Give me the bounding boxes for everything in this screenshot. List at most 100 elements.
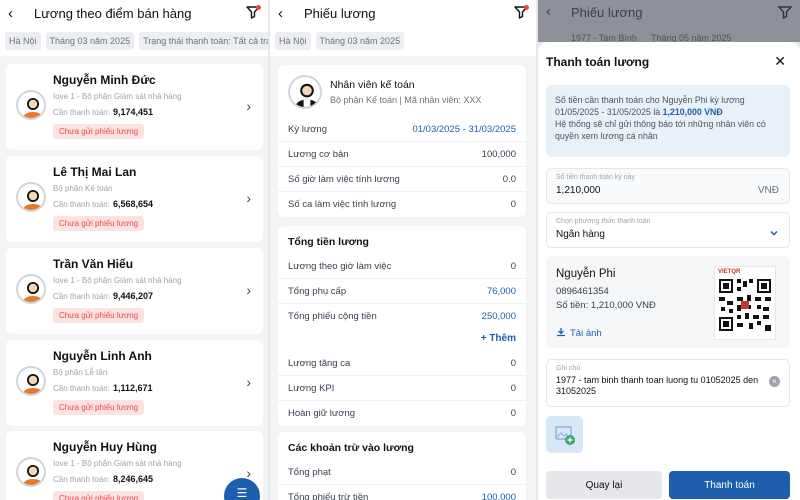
list-header: ‹ Lương theo điểm bán hàng [0,0,268,26]
employee-card[interactable]: Lê Thị Mai Lan Bộ phận Kế toán Cần thanh t… [6,156,263,242]
payment-method-select[interactable]: Chọn phương thức thanh toán Ngân hàng [546,212,790,248]
row-value: 01/03/2025 - 31/03/2025 [412,123,516,135]
payslip-row: Lương KPI 0 [278,376,526,401]
row-value: 0 [510,199,516,210]
row-label: Tổng phiếu trừ tiền [288,492,369,500]
employee-role: Bộ phận Lễ tân [53,368,108,377]
row-label: Lương theo giờ làm việc [288,260,392,272]
payslip-row: Lương cơ bản 100,000 [278,142,526,167]
chip-location[interactable]: Hà Nội [275,32,311,50]
amount-value: 9,174,451 [112,107,153,117]
amount-label: Cần thanh toán: [53,384,110,393]
row-label: Tổng phiếu cộng tiền [288,311,377,322]
employee-card[interactable]: Nguyễn Minh Đức Iove 1 - Bộ phận Giám sát… [6,64,263,150]
payslip-row: Tổng phiếu cộng tiền 250,000 [278,304,526,329]
row-label: Tổng phụ cấp [288,285,347,297]
payslip-summary-card: Nhân viên kế toán Bộ phận Kế toán | Mã n… [278,65,526,217]
pay-button[interactable]: Thanh toán [669,471,790,499]
row-label: Kỳ lương [288,123,327,135]
filter-icon [777,5,793,24]
qr-code: VIETQR [714,266,776,340]
chevron-right-icon: › [246,98,251,114]
note-value: 1977 - tam binh thanh toan luong tu 0105… [556,375,759,396]
payslip-row: Số giờ làm việc tính lương 0.0 [278,167,526,192]
payslip-row: Tổng phạt 0 [278,460,526,485]
download-label: Tải ảnh [570,328,602,339]
filter-chips: Hà Nội Tháng 03 năm 2025 Trạng thái than… [0,26,268,56]
payslip-row: Tổng phiếu trừ tiền 100,000 [278,485,526,500]
chip-status[interactable]: Trạng thái thanh toán: Tất cả trạng thái [139,32,268,50]
page-title: Lương theo điểm bán hàng [34,5,192,21]
employee-role: Bộ phận Kế toán [53,184,113,193]
basic-rows: Kỳ lương 01/03/2025 - 31/03/2025 Lương cơ … [278,117,526,217]
employee-name: Nhân viên kế toán [330,79,415,91]
payment-info: Số tiền cần thanh toán cho Nguyễn Phi kỳ… [546,85,790,157]
total-rows-b: Lương tăng ca 0 Lương KPI 0 Hoàn giữ lương 0 [278,351,526,426]
filter-icon[interactable] [514,5,529,19]
chevron-right-icon: › [246,190,251,206]
page-title: Phiếu lương [304,5,376,21]
payee-name: Nguyễn Phi [556,268,616,280]
row-value: 0 [510,408,516,419]
employee-info: Nhân viên kế toán Bộ phận Kế toán | Mã n… [278,65,526,117]
back-icon[interactable]: ‹ [278,5,298,22]
clear-icon[interactable]: × [769,376,780,387]
dimmed-background: ‹ Phiếu lương 1977 - Tam Bình Tháng 05 n… [538,0,800,43]
employee-amount: Cần thanh toán: 9,446,207 [53,291,153,301]
avatar [16,90,46,120]
row-value: 0 [510,382,516,394]
payee-card: Nguyễn Phi 0896461354 Số tiền: 1,210,000… [546,256,790,348]
status-badge: Chưa gửi phiếu lương [53,491,145,500]
back-button[interactable]: Quay lại [546,471,662,499]
total-salary-card: Tổng tiền lương Lương theo giờ làm việc 0… [278,226,526,426]
close-icon[interactable]: ✕ [774,53,786,70]
row-label: Lương tăng ca [288,357,351,369]
avatar [16,457,46,487]
download-image-button[interactable]: Tải ảnh [556,327,602,340]
amount-label: Số tiền thanh toán kỳ này [556,174,635,181]
deduction-card: Các khoản trừ vào lương Tổng phạt 0 Tổng p… [278,432,526,500]
row-value: 0 [510,357,516,369]
amount-value: 1,210,000 [556,185,601,196]
employee-role: Iove 1 - Bộ phận Giám sát nhà hàng [53,92,182,101]
chip-month[interactable]: Tháng 03 năm 2025 [45,32,135,50]
row-value: 250,000 [481,311,516,322]
row-value: 100,000 [481,492,516,500]
payslip-panel: ‹ Phiếu lương Hà Nội Tháng 03 năm 2025 N… [270,0,536,500]
payment-sheet: Thanh toán lương ✕ Số tiền cần thanh toá… [538,42,800,500]
status-badge: Chưa gửi phiếu lương [53,400,145,415]
filter-icon[interactable] [246,5,261,19]
avatar [16,274,46,304]
info-amount: 1,210,000 VNĐ [662,107,723,117]
sheet-title: Thanh toán lương [546,55,650,69]
row-label: Hoàn giữ lương [288,408,356,419]
chevron-right-icon: › [246,374,251,390]
chip-location[interactable]: Hà Nội [5,32,41,50]
qr-pattern [717,277,773,333]
employee-card[interactable]: Trần Văn Hiếu Iove 1 - Bộ phận Giám sát n… [6,248,263,334]
employee-card[interactable]: Nguyễn Linh Anh Bộ phận Lễ tân Cần thanh t… [6,340,263,426]
total-rows-a: Lương theo giờ làm việc 0 Tổng phụ cấp 76,0… [278,254,526,329]
employee-name: Lê Thị Mai Lan [53,165,137,179]
amount-field[interactable]: Số tiền thanh toán kỳ này 1,210,000 VNĐ [546,168,790,204]
chip-month[interactable]: Tháng 03 năm 2025 [315,32,405,50]
employee-role: Iove 1 - Bộ phận Giám sát nhà hàng [53,276,182,285]
row-label: Lương KPI [288,382,335,394]
note-field[interactable]: Ghi chú 1977 - tam binh thanh toan luong… [546,359,790,407]
amount-value: 9,446,207 [112,291,153,301]
amount-label: Cần thanh toán: [53,108,110,117]
chevron-right-icon: › [246,282,251,298]
status-badge: Chưa gửi phiếu lương [53,124,145,139]
status-badge: Chưa gửi phiếu lương [53,308,145,323]
method-value: Ngân hàng [556,229,605,240]
add-image-button[interactable] [546,416,583,453]
add-image-icon [546,426,583,457]
row-value: 0.0 [502,173,516,185]
back-icon[interactable]: ‹ [8,5,28,22]
qr-brand: VIETQR [718,269,741,275]
add-more-button[interactable]: + Thêm [278,329,526,351]
row-value: 100,000 [481,148,516,160]
avatar [16,366,46,396]
employee-amount: Cần thanh toán: 8,246,645 [53,474,153,484]
row-label: Lương cơ bản [288,148,349,160]
